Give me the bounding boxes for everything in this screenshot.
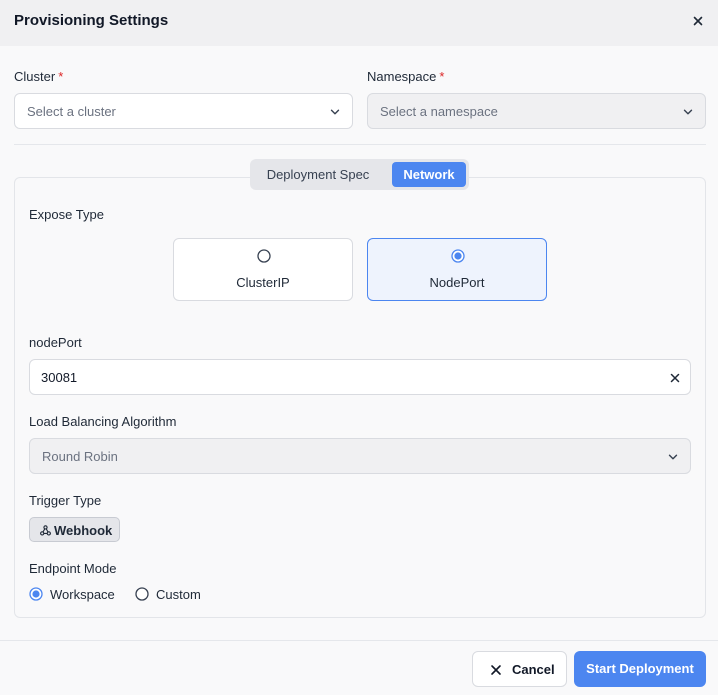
radio-checked-icon — [29, 587, 43, 601]
cancel-button[interactable]: Cancel — [472, 651, 567, 687]
nodeport-input[interactable]: 30081 — [29, 359, 691, 395]
cluster-required-mark: * — [58, 69, 64, 84]
spec-tabs: Deployment Spec Network — [250, 159, 469, 190]
expose-option-clusterip[interactable]: ClusterIP — [173, 238, 353, 301]
tab-deployment-spec[interactable]: Deployment Spec — [256, 162, 380, 187]
endpoint-mode-workspace[interactable]: Workspace — [29, 585, 121, 603]
cluster-select[interactable]: Select a cluster — [14, 93, 353, 129]
endpoint-mode-label: Endpoint Mode — [29, 561, 117, 576]
namespace-select[interactable]: Select a namespace — [367, 93, 706, 129]
radio-checked-icon — [451, 249, 465, 263]
cluster-select-placeholder: Select a cluster — [27, 104, 116, 119]
tab-network[interactable]: Network — [392, 162, 466, 187]
expose-type-label: Expose Type — [29, 207, 104, 222]
chevron-down-icon — [330, 109, 340, 115]
namespace-select-placeholder: Select a namespace — [380, 104, 498, 119]
provisioning-dialog: Provisioning Settings Cluster * Select a … — [0, 0, 718, 695]
network-panel — [14, 177, 706, 618]
footer-divider — [0, 640, 718, 641]
namespace-label: Namespace * — [367, 69, 444, 84]
trigger-type-label: Trigger Type — [29, 493, 102, 508]
endpoint-mode-option-label: Workspace — [50, 587, 115, 602]
load-balancing-label: Load Balancing Algorithm — [29, 414, 177, 429]
namespace-label-text: Namespace — [367, 69, 437, 84]
webhook-icon — [40, 525, 51, 536]
endpoint-mode-option-label: Custom — [156, 587, 201, 602]
cluster-label-text: Cluster — [14, 69, 56, 84]
trigger-type-badge-label: Webhook — [54, 523, 113, 538]
section-divider — [14, 144, 706, 145]
expose-option-label: ClusterIP — [236, 275, 290, 290]
close-icon[interactable] — [690, 13, 706, 29]
load-balancing-value: Round Robin — [42, 449, 118, 464]
dialog-title: Provisioning Settings — [14, 12, 169, 29]
expose-option-label: NodePort — [429, 275, 485, 290]
endpoint-mode-custom[interactable]: Custom — [135, 585, 207, 603]
chevron-down-icon — [668, 454, 678, 460]
radio-unchecked-icon — [257, 249, 271, 263]
nodeport-value: 30081 — [41, 370, 78, 385]
start-deployment-button[interactable]: Start Deployment — [574, 651, 706, 687]
load-balancing-select[interactable]: Round Robin — [29, 438, 691, 474]
radio-unchecked-icon — [135, 587, 149, 601]
start-deployment-button-label: Start Deployment — [586, 661, 694, 676]
clear-icon[interactable] — [669, 372, 681, 384]
cluster-label: Cluster * — [14, 69, 63, 84]
close-icon — [491, 665, 501, 675]
chevron-down-icon — [683, 109, 693, 115]
dialog-header: Provisioning Settings — [0, 0, 718, 46]
namespace-required-mark: * — [439, 69, 445, 84]
cancel-button-label: Cancel — [512, 662, 555, 677]
expose-option-nodeport[interactable]: NodePort — [367, 238, 547, 301]
nodeport-label: nodePort — [29, 335, 82, 350]
trigger-type-badge[interactable]: Webhook — [29, 517, 120, 542]
